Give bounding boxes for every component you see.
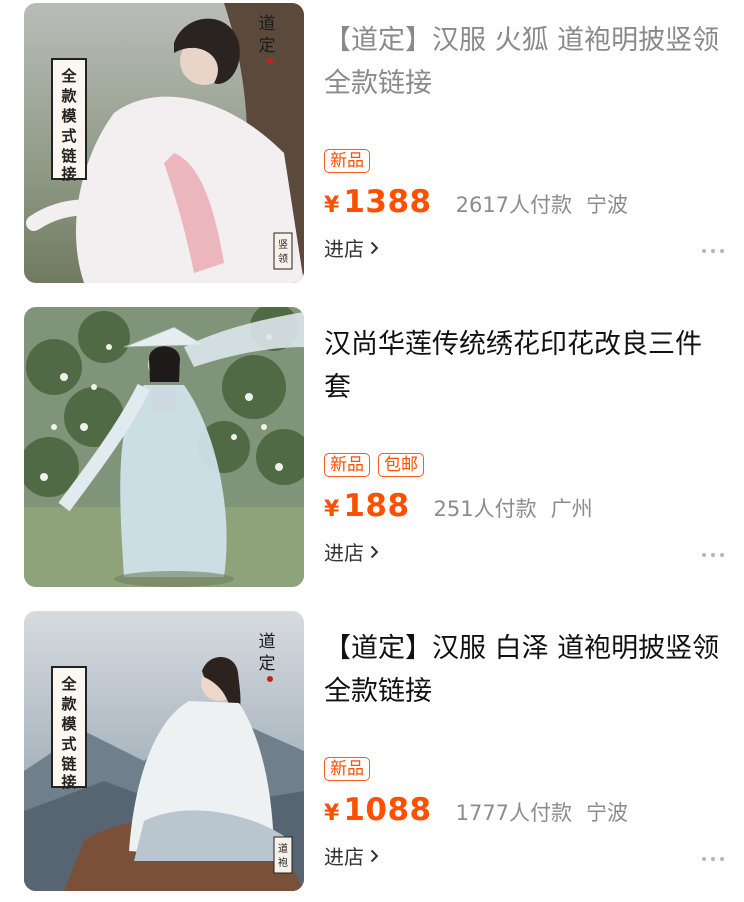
more-icon[interactable] — [702, 247, 724, 255]
chevron-right-icon — [370, 545, 379, 558]
product-image[interactable] — [24, 307, 304, 587]
tag-free-shipping: 包邮 — [378, 453, 424, 477]
paid-count: 1777人付款 — [455, 801, 573, 825]
currency-symbol: ¥ — [324, 193, 340, 218]
price-row: ¥ 1088 1777人付款 宁波 — [324, 792, 628, 836]
city: 宁波 — [586, 801, 629, 825]
svg-text:式: 式 — [61, 735, 76, 753]
svg-text:款: 款 — [61, 695, 77, 713]
currency-symbol: ¥ — [324, 497, 340, 522]
tag-list: 新品 — [324, 149, 370, 173]
enter-shop-link[interactable]: 进店 — [324, 841, 379, 870]
svg-text:定: 定 — [259, 36, 276, 56]
chevron-right-icon — [370, 241, 379, 254]
paid-count: 2617人付款 — [455, 193, 573, 217]
city: 宁波 — [586, 193, 629, 217]
enter-shop-label: 进店 — [324, 541, 364, 565]
product-card[interactable]: 全款模 式链接 道定 竖领 【道定】汉服 火狐 道袍明披竖领 全款链接 新品 ¥… — [0, 3, 744, 283]
svg-text:接: 接 — [61, 773, 76, 791]
tag-new: 新品 — [324, 149, 370, 173]
price-row: ¥ 188 251人付款 广州 — [324, 488, 593, 532]
svg-text:模: 模 — [61, 715, 77, 733]
svg-text:式: 式 — [61, 127, 76, 145]
svg-text:链: 链 — [61, 147, 77, 165]
price: 1388 — [343, 184, 432, 220]
paid-count: 251人付款 — [433, 497, 537, 521]
product-title[interactable]: 【道定】汉服 火狐 道袍明披竖领 全款链接 — [324, 19, 724, 105]
svg-text:竖: 竖 — [278, 239, 288, 251]
product-card[interactable]: 汉尚华莲传统绣花印花改良三件套 新品 包邮 ¥ 188 251人付款 广州 进店 — [0, 307, 744, 587]
svg-text:款: 款 — [61, 87, 77, 105]
chevron-right-icon — [370, 849, 379, 862]
tag-new: 新品 — [324, 453, 370, 477]
tag-new: 新品 — [324, 757, 370, 781]
tag-list: 新品 包邮 — [324, 453, 424, 477]
price: 1088 — [343, 792, 432, 828]
more-icon[interactable] — [702, 551, 724, 559]
enter-shop-link[interactable]: 进店 — [324, 233, 379, 262]
enter-shop-label: 进店 — [324, 237, 364, 261]
svg-text:全: 全 — [60, 675, 77, 693]
svg-text:链: 链 — [61, 755, 77, 773]
enter-shop-link[interactable]: 进店 — [324, 537, 379, 566]
svg-text:袍: 袍 — [278, 857, 288, 869]
city: 广州 — [550, 497, 593, 521]
svg-text:定: 定 — [259, 654, 276, 674]
price-row: ¥ 1388 2617人付款 宁波 — [324, 184, 628, 228]
enter-shop-label: 进店 — [324, 845, 364, 869]
svg-text:道: 道 — [259, 14, 276, 34]
currency-symbol: ¥ — [324, 801, 340, 826]
product-title[interactable]: 【道定】汉服 白泽 道袍明披竖领 全款链接 — [324, 627, 724, 713]
svg-text:接: 接 — [61, 165, 76, 183]
product-title[interactable]: 汉尚华莲传统绣花印花改良三件套 — [324, 323, 724, 409]
svg-text:模: 模 — [61, 107, 77, 125]
product-card[interactable]: 全款模 式链接 道定 道袍 【道定】汉服 白泽 道袍明披竖领 全款链接 新品 ¥… — [0, 611, 744, 891]
svg-text:道: 道 — [278, 842, 288, 855]
svg-text:道: 道 — [259, 632, 276, 652]
tag-list: 新品 — [324, 757, 370, 781]
svg-text:全: 全 — [60, 67, 77, 85]
svg-text:领: 领 — [278, 252, 288, 265]
product-image[interactable]: 全款模 式链接 道定 道袍 — [24, 611, 304, 891]
price: 188 — [343, 488, 410, 524]
product-image[interactable]: 全款模 式链接 道定 竖领 — [24, 3, 304, 283]
more-icon[interactable] — [702, 855, 724, 863]
